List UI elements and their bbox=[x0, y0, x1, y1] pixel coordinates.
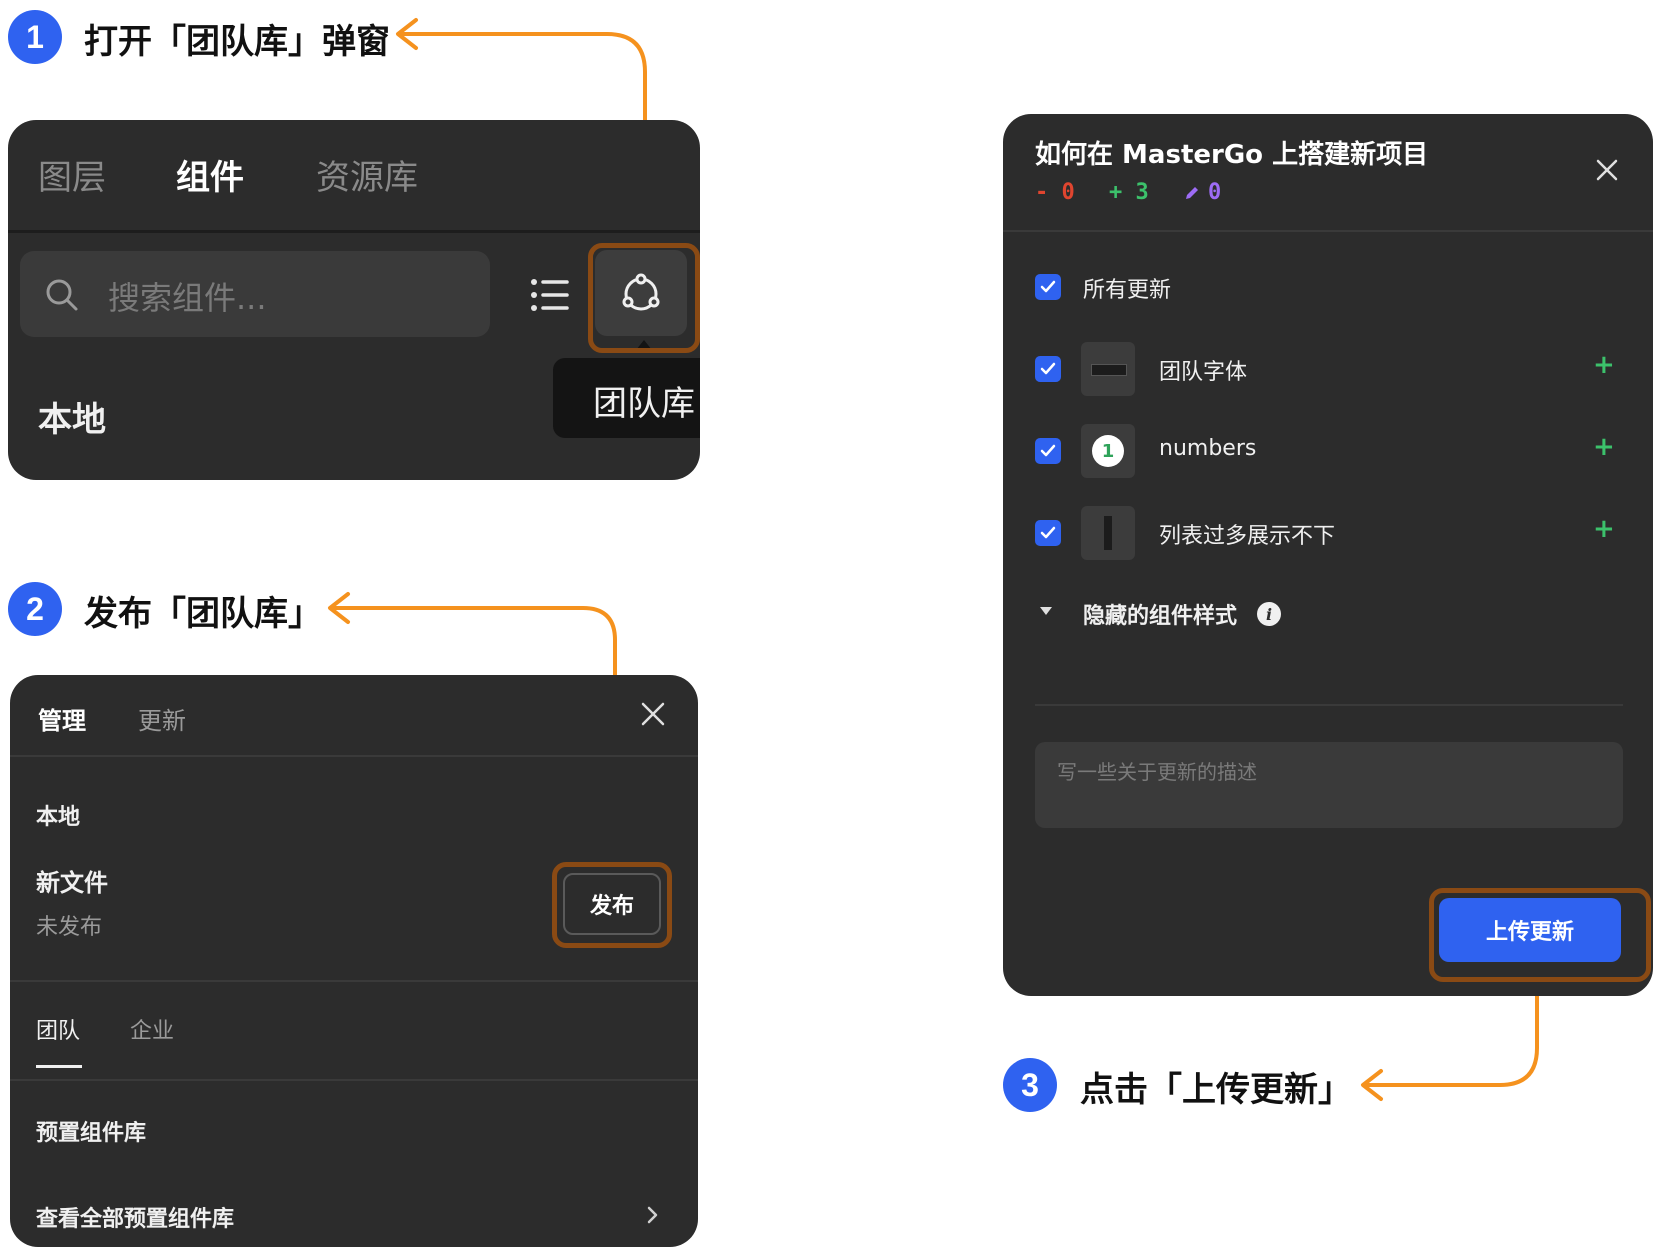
panel3-header-divider bbox=[1003, 230, 1653, 232]
added-plus-icon: + bbox=[1593, 350, 1615, 380]
tooltip-text: 团队库 bbox=[593, 384, 695, 424]
arrow-step3 bbox=[1363, 981, 1539, 1087]
chevron-right-icon[interactable] bbox=[646, 1205, 660, 1225]
update-panel: 如何在 MasterGo 上搭建新项目 - 0 + 3 0 所有更新 团队字体 … bbox=[1003, 114, 1653, 996]
all-updates-label: 所有更新 bbox=[1083, 278, 1172, 303]
view-all-presets-link[interactable]: 查看全部预置组件库 bbox=[36, 1201, 234, 1233]
number-badge-thumbnail: 1 bbox=[1081, 424, 1135, 478]
description-input[interactable]: 写一些关于更新的描述 bbox=[1035, 742, 1623, 828]
added-plus-icon: + bbox=[1593, 514, 1615, 544]
team-library-panel: 管理 更新 本地 新文件 未发布 发布 团队 企业 预置组件库 查看全部预置组件… bbox=[10, 675, 698, 1247]
search-icon bbox=[46, 279, 78, 311]
tab-team[interactable]: 团队 bbox=[36, 1013, 80, 1045]
highlight-upload bbox=[1429, 888, 1651, 982]
highlight-publish bbox=[552, 862, 672, 948]
step-2-badge: 2 bbox=[8, 582, 62, 636]
search-box[interactable]: 搜索组件... bbox=[20, 251, 490, 337]
text-preview-thumbnail bbox=[1081, 342, 1135, 396]
close-icon[interactable] bbox=[640, 701, 666, 727]
item-checkbox[interactable] bbox=[1035, 438, 1061, 464]
tab-team-underline bbox=[36, 1065, 82, 1068]
hidden-styles-label[interactable]: 隐藏的组件样式 bbox=[1083, 598, 1237, 630]
list-view-icon[interactable] bbox=[530, 277, 570, 313]
added-plus-icon: + bbox=[1593, 432, 1615, 462]
step-1-badge: 1 bbox=[8, 10, 62, 64]
item-checkbox[interactable] bbox=[1035, 520, 1061, 546]
team-library-tooltip: 团队库 bbox=[553, 358, 700, 438]
triangle-down-icon[interactable] bbox=[1039, 606, 1053, 616]
check-icon bbox=[1040, 362, 1056, 375]
panel2-subtab-divider bbox=[10, 1079, 698, 1081]
item-checkbox[interactable] bbox=[1035, 356, 1061, 382]
list-preview-icon bbox=[1104, 516, 1112, 550]
tab-layers[interactable]: 图层 bbox=[38, 150, 106, 199]
panel3-desc-divider bbox=[1035, 704, 1623, 706]
item-label: 列表过多展示不下 bbox=[1159, 524, 1336, 549]
tab-updates[interactable]: 更新 bbox=[138, 701, 186, 736]
number-badge-icon: 1 bbox=[1092, 435, 1124, 467]
tab-components[interactable]: 组件 bbox=[176, 150, 244, 199]
step-2-label: 发布「团队库」 bbox=[84, 594, 322, 634]
all-updates-checkbox[interactable] bbox=[1035, 274, 1061, 300]
panel1-divider bbox=[8, 230, 700, 233]
tab-manage[interactable]: 管理 bbox=[38, 701, 86, 736]
close-icon[interactable] bbox=[1595, 158, 1619, 182]
edited-count: 0 bbox=[1208, 180, 1222, 205]
description-placeholder: 写一些关于更新的描述 bbox=[1057, 760, 1257, 784]
file-name: 新文件 bbox=[36, 869, 108, 897]
step-1-label: 打开「团队库」弹窗 bbox=[84, 22, 390, 62]
local-section-title: 本地 bbox=[38, 400, 106, 440]
list-preview-thumbnail bbox=[1081, 506, 1135, 560]
item-label: numbers bbox=[1159, 436, 1257, 461]
added-count: + 3 bbox=[1109, 180, 1149, 205]
step-3-badge: 3 bbox=[1003, 1058, 1057, 1112]
search-input[interactable]: 搜索组件... bbox=[108, 273, 267, 319]
info-icon[interactable]: i bbox=[1257, 602, 1281, 626]
tab-assets[interactable]: 资源库 bbox=[316, 150, 418, 199]
text-preview-icon bbox=[1091, 364, 1127, 376]
edit-pencil-icon bbox=[1186, 187, 1198, 199]
step-3-label: 点击「上传更新」 bbox=[1080, 1070, 1352, 1110]
panel2-header-divider bbox=[10, 755, 698, 757]
update-panel-title: 如何在 MasterGo 上搭建新项目 bbox=[1035, 140, 1429, 170]
tab-enterprise[interactable]: 企业 bbox=[130, 1013, 174, 1045]
file-status: 未发布 bbox=[36, 915, 103, 940]
check-icon bbox=[1040, 280, 1056, 293]
check-icon bbox=[1040, 444, 1056, 457]
item-label: 团队字体 bbox=[1159, 360, 1248, 385]
local-label: 本地 bbox=[36, 805, 81, 830]
removed-count: - 0 bbox=[1035, 180, 1075, 205]
number-badge-text: 1 bbox=[1101, 440, 1115, 462]
panel2-mid-divider bbox=[10, 980, 698, 982]
preset-library-title: 预置组件库 bbox=[36, 1121, 147, 1146]
check-icon bbox=[1040, 526, 1056, 539]
highlight-team-library bbox=[588, 243, 700, 353]
